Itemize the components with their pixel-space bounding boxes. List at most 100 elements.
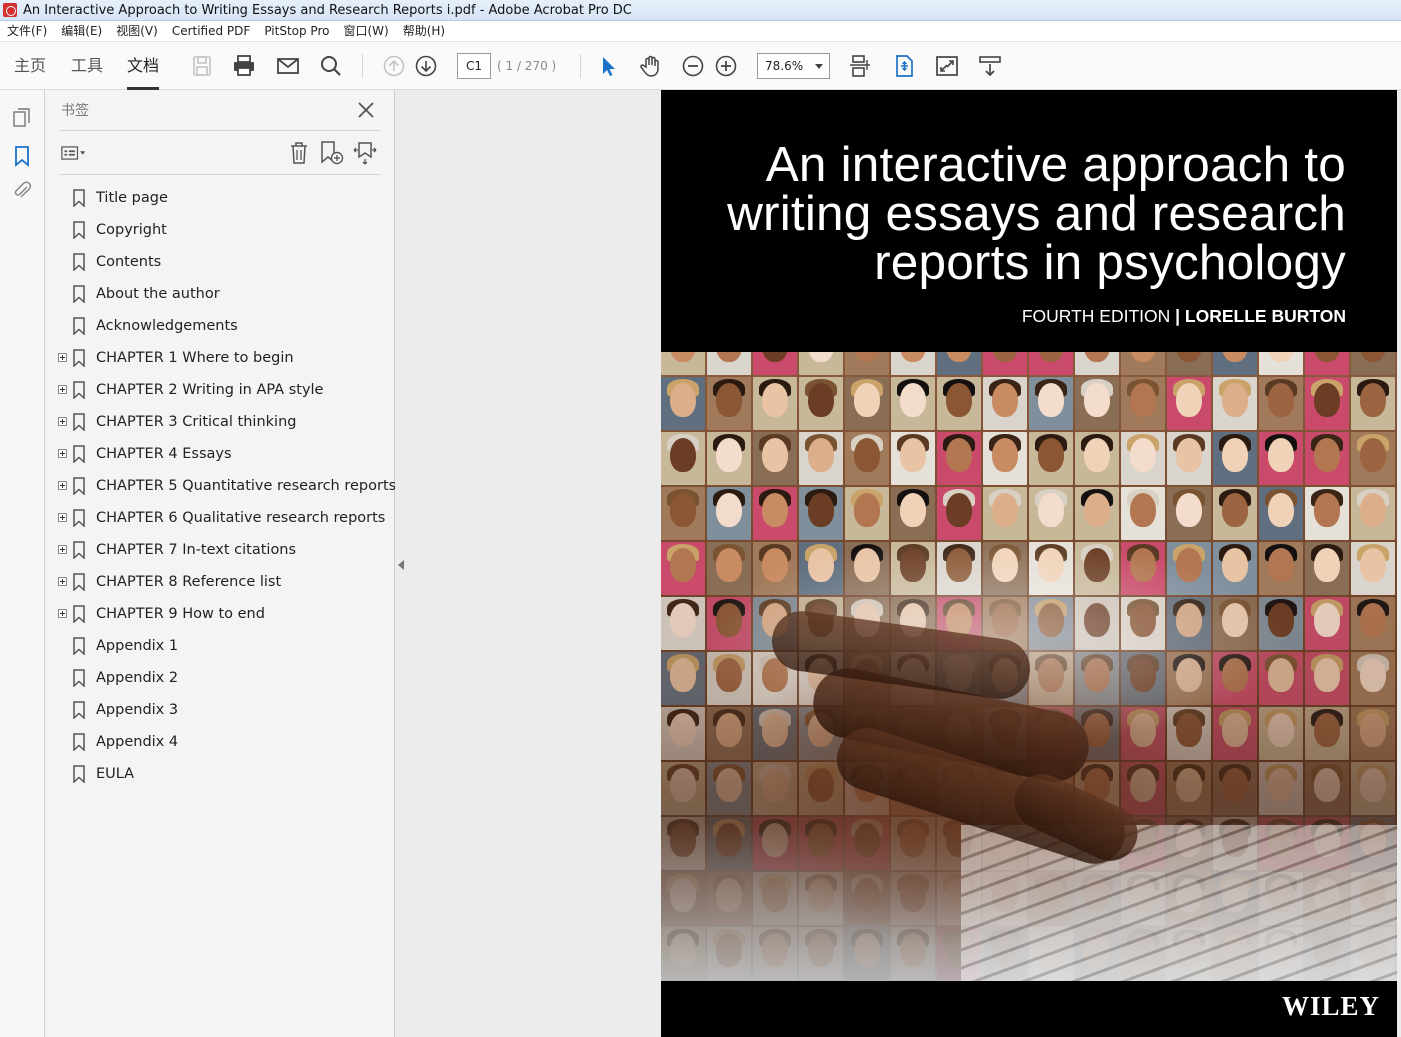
bookmark-icon [72, 669, 86, 688]
bookmark-label: EULA [96, 766, 135, 782]
bookmark-item[interactable]: CHAPTER 5 Quantitative research reports [45, 470, 396, 502]
bookmark-item[interactable]: Acknowledgements [45, 310, 395, 342]
main-toolbar: 主页 工具 文档 [0, 42, 1401, 90]
cover-edition-author: FOURTH EDITION | LORELLE BURTON [1022, 306, 1346, 327]
expand-plus-icon[interactable] [58, 385, 67, 394]
cover-title-line: An interactive approach to [765, 137, 1346, 192]
next-page-icon[interactable] [413, 53, 439, 79]
expand-plus-icon[interactable] [58, 353, 67, 362]
author-name: LORELLE BURTON [1184, 306, 1346, 326]
bookmark-label: CHAPTER 7 In-text citations [96, 542, 297, 558]
bookmark-item[interactable]: Appendix 2 [45, 662, 395, 694]
close-icon[interactable] [355, 99, 377, 121]
save-icon[interactable] [189, 53, 215, 79]
page-count: ( 1 / 270 ) [497, 59, 557, 73]
bookmark-item[interactable]: EULA [45, 758, 395, 790]
page-thumbnails-icon[interactable] [10, 106, 34, 130]
navigation-rail [0, 90, 45, 1037]
bookmark-icon [72, 317, 86, 336]
email-icon[interactable] [275, 53, 301, 79]
tab-document[interactable]: 文档 [127, 42, 160, 90]
attachments-icon[interactable] [10, 178, 34, 202]
bookmark-item[interactable]: Title page [45, 182, 395, 214]
publisher-logo: WILEY [1281, 991, 1380, 1021]
bookmarks-icon[interactable] [10, 144, 34, 168]
chevron-down-icon [815, 64, 823, 69]
bookmark-label: CHAPTER 3 Critical thinking [96, 414, 297, 430]
bookmark-item[interactable]: CHAPTER 3 Critical thinking [45, 406, 395, 438]
panel-title: 书签 [61, 103, 89, 119]
bookmark-item[interactable]: CHAPTER 1 Where to begin [45, 342, 395, 374]
zoom-out-icon[interactable] [680, 53, 706, 79]
menu-view[interactable]: 视图(V) [109, 21, 165, 42]
bookmark-item[interactable]: About the author [45, 278, 395, 310]
bookmark-item[interactable]: CHAPTER 8 Reference list [45, 566, 395, 598]
bookmark-item[interactable]: Appendix 4 [45, 726, 395, 758]
bookmark-label: Appendix 4 [96, 734, 179, 750]
bookmark-item[interactable]: Appendix 3 [45, 694, 395, 726]
fit-page-icon[interactable] [891, 53, 917, 79]
bookmark-label: Title page [96, 190, 168, 206]
bookmark-label: CHAPTER 2 Writing in APA style [96, 382, 324, 398]
menu-edit[interactable]: 编辑(E) [54, 21, 109, 42]
bookmark-item[interactable]: Copyright [45, 214, 395, 246]
bookmark-label: CHAPTER 8 Reference list [96, 574, 282, 590]
previous-page-icon[interactable] [381, 53, 407, 79]
bookmark-icon [72, 445, 86, 464]
tab-tools[interactable]: 工具 [71, 42, 103, 90]
cover-title: An interactive approach to writing essay… [666, 137, 1346, 290]
bookmark-icon [72, 349, 86, 368]
bookmark-item[interactable]: CHAPTER 6 Qualitative research reports [45, 502, 395, 534]
zoom-in-icon[interactable] [713, 53, 739, 79]
bookmark-item[interactable]: Contents [45, 246, 395, 278]
expand-plus-icon[interactable] [58, 577, 67, 586]
menu-help[interactable]: 帮助(H) [396, 21, 452, 42]
menu-window[interactable]: 窗口(W) [336, 21, 395, 42]
page-layout-icon[interactable] [847, 53, 873, 79]
bookmark-item[interactable]: CHAPTER 7 In-text citations [45, 534, 395, 566]
cover-keyboard-image [961, 825, 1397, 981]
bookmark-label: Appendix 2 [96, 670, 179, 686]
cover-footer: WILEY [661, 981, 1397, 1037]
hand-tool-icon[interactable] [638, 53, 664, 79]
window-title-bar: An Interactive Approach to Writing Essay… [0, 0, 1401, 21]
expand-plus-icon[interactable] [58, 513, 67, 522]
expand-plus-icon[interactable] [58, 481, 67, 490]
delete-bookmark-icon[interactable] [286, 140, 312, 166]
bookmark-label: CHAPTER 1 Where to begin [96, 350, 294, 366]
select-cursor-icon[interactable] [595, 53, 621, 79]
new-bookmark-icon[interactable] [319, 140, 345, 166]
bookmark-icon [72, 221, 86, 240]
bookmark-icon [72, 701, 86, 720]
collapse-panel-icon[interactable] [398, 560, 404, 570]
more-tools-icon[interactable] [977, 53, 1003, 79]
menu-pitstop-pro[interactable]: PitStop Pro [257, 21, 336, 42]
bookmark-item[interactable]: CHAPTER 2 Writing in APA style [45, 374, 395, 406]
full-screen-icon[interactable] [934, 53, 960, 79]
bookmark-item[interactable]: CHAPTER 4 Essays [45, 438, 395, 470]
expand-plus-icon[interactable] [58, 417, 67, 426]
menu-bar: 文件(F) 编辑(E) 视图(V) Certified PDF PitStop … [0, 21, 1401, 42]
expand-plus-icon[interactable] [58, 545, 67, 554]
bookmark-icon [72, 477, 86, 496]
print-icon[interactable] [231, 53, 257, 79]
bookmark-icon [72, 637, 86, 656]
expand-plus-icon[interactable] [58, 609, 67, 618]
tab-home[interactable]: 主页 [14, 42, 46, 90]
expand-plus-icon[interactable] [58, 449, 67, 458]
window-title: An Interactive Approach to Writing Essay… [23, 2, 632, 18]
bookmark-options-icon[interactable] [61, 140, 87, 166]
edition-label: FOURTH EDITION [1021, 306, 1171, 326]
bookmark-item[interactable]: CHAPTER 9 How to end [45, 598, 395, 630]
search-icon[interactable] [318, 53, 344, 79]
bookmark-label: Copyright [96, 222, 167, 238]
menu-certified-pdf[interactable]: Certified PDF [165, 21, 258, 42]
expand-bookmark-icon[interactable] [352, 140, 378, 166]
page-number-input[interactable]: C1 [457, 53, 491, 79]
bookmark-icon [72, 765, 86, 784]
bookmark-icon [72, 541, 86, 560]
bookmark-item[interactable]: Appendix 1 [45, 630, 395, 662]
cover-title-line: reports in psychology [874, 235, 1346, 290]
menu-file[interactable]: 文件(F) [0, 21, 54, 42]
zoom-select[interactable]: 78.6% [757, 53, 830, 79]
